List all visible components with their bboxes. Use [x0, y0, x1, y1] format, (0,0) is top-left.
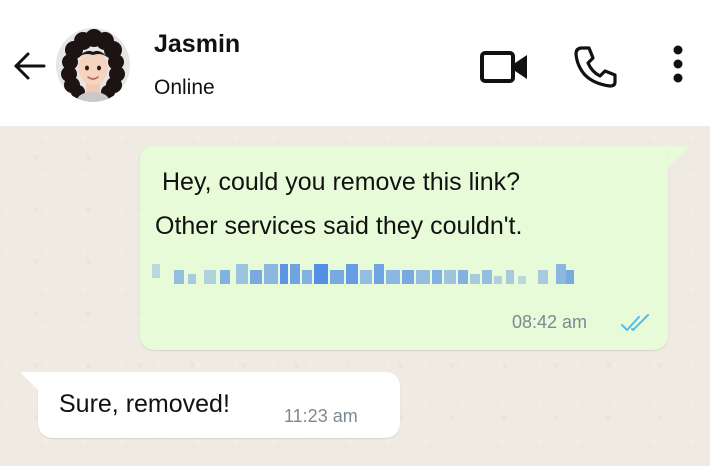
video-camera-icon[interactable] [478, 46, 532, 88]
contact-status: Online [154, 76, 215, 99]
phone-icon[interactable] [572, 42, 620, 90]
message-text: Hey, could you remove this link? [162, 168, 521, 196]
redacted-link[interactable] [152, 262, 582, 292]
read-receipt-double-tick-icon [621, 314, 649, 331]
back-arrow-icon[interactable] [12, 50, 48, 82]
chat-area[interactable]: Hey, could you remove this link? Other s… [0, 126, 710, 466]
avatar[interactable] [56, 28, 130, 102]
message-text: Other services said they couldn't. [155, 212, 523, 240]
avatar-memoji-icon [56, 28, 130, 102]
chat-header: Jasmin Online [0, 0, 710, 126]
message-timestamp: 08:42 am [512, 312, 588, 332]
contact-name[interactable]: Jasmin [154, 30, 240, 59]
message-timestamp: 11:23 am [284, 406, 358, 426]
more-vertical-icon[interactable] [664, 40, 692, 90]
incoming-message-bubble[interactable]: Sure, removed! 11:23 am [38, 372, 400, 438]
message-text: Sure, removed! [59, 390, 230, 418]
outgoing-message-bubble[interactable]: Hey, could you remove this link? Other s… [140, 146, 668, 350]
